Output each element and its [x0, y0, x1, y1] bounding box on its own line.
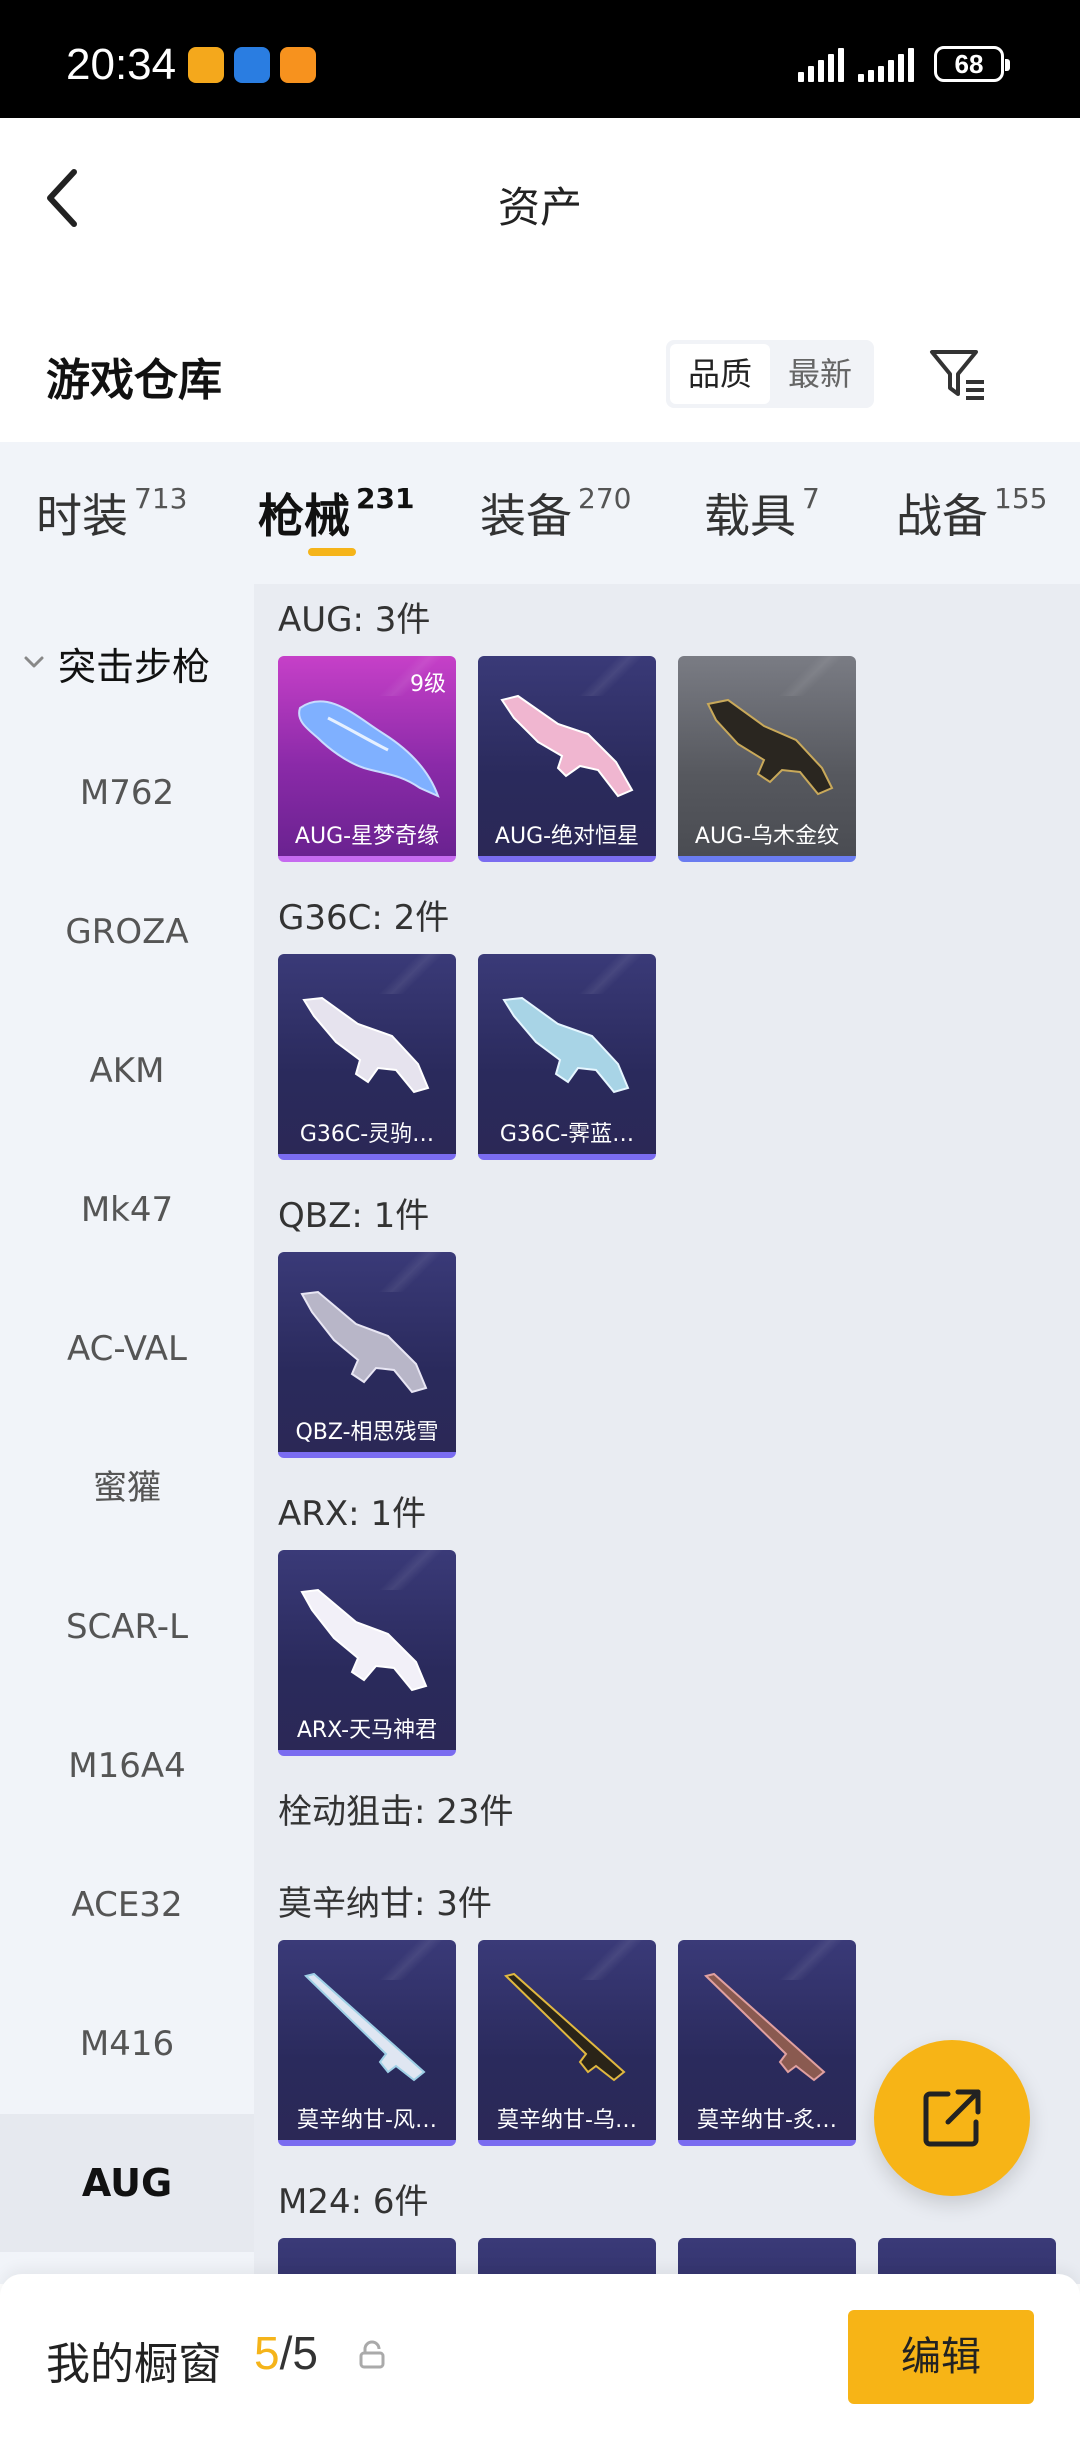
- weapon-type-sidebar: 突击步枪 M762 GROZA AKM Mk47 AC-VAL 蜜獾 SCAR-…: [0, 584, 254, 2284]
- sidebar-group-assault-rifles[interactable]: 突击步枪: [0, 632, 254, 692]
- sidebar-item-m16a4[interactable]: M16A4: [0, 1697, 254, 1835]
- warehouse-title: 游戏仓库: [46, 355, 222, 406]
- lock-icon: [359, 2340, 385, 2369]
- tab-count: 270: [578, 482, 632, 515]
- status-app-icons: [188, 47, 316, 83]
- sidebar-item-scar-l[interactable]: SCAR-L: [0, 1558, 254, 1696]
- sidebar-item-honey-badger[interactable]: 蜜獾: [0, 1419, 254, 1557]
- skin-name: AUG-乌木金纹: [694, 824, 840, 849]
- sort-toggle: 品质 最新: [666, 340, 874, 408]
- tab-count: 231: [356, 482, 415, 515]
- edit-button[interactable]: 编辑: [848, 2310, 1034, 2404]
- skin-card[interactable]: G36C-霁蓝…: [478, 954, 656, 1160]
- wifi-signal-icon: [798, 48, 844, 82]
- sidebar-item-groza[interactable]: GROZA: [0, 863, 254, 1001]
- filter-icon: [930, 350, 984, 400]
- skin-card[interactable]: G36C-灵驹…: [278, 954, 456, 1160]
- skin-card[interactable]: ARX-天马神君: [278, 1550, 456, 1756]
- section-title-aug: AUG: 3件: [278, 600, 431, 640]
- weapon-image: [704, 1972, 826, 2082]
- weapon-image: [304, 1972, 426, 2082]
- sort-quality-button[interactable]: 品质: [670, 344, 770, 404]
- skin-level: 9级: [410, 672, 446, 697]
- status-time: 20:34: [66, 40, 177, 89]
- weapon-image: [504, 1972, 626, 2082]
- sort-latest-button[interactable]: 最新: [770, 344, 870, 404]
- app-root: 20:34 68 资产 游戏仓库 品质 最新 时装 713 枪械 231 装备 …: [0, 0, 1080, 2438]
- nav-bar: 资产: [0, 118, 1080, 282]
- sidebar-item-ace32[interactable]: ACE32: [0, 1836, 254, 1974]
- weapon-image: [706, 698, 834, 796]
- tab-count: 155: [994, 482, 1048, 515]
- weapon-image: [300, 1290, 428, 1394]
- active-tab-indicator: [308, 548, 356, 556]
- weapon-image: [300, 1588, 428, 1692]
- tab-count: 7: [802, 482, 820, 515]
- section-title-g36c: G36C: 2件: [278, 898, 450, 938]
- section-title-qbz: QBZ: 1件: [278, 1196, 430, 1236]
- skin-card[interactable]: 莫辛纳甘-风…: [278, 1940, 456, 2146]
- tab-fashion[interactable]: 时装 713: [36, 480, 187, 546]
- tab-firearms[interactable]: 枪械 231: [258, 480, 414, 546]
- skin-card[interactable]: 莫辛纳甘-炙…: [678, 1940, 856, 2146]
- skin-card[interactable]: 9级 AUG-星梦奇缘: [278, 656, 456, 862]
- skin-card[interactable]: AUG-乌木金纹: [678, 656, 856, 862]
- skin-name: AUG-绝对恒星: [494, 824, 640, 849]
- sidebar-item-m416[interactable]: M416: [0, 1975, 254, 2113]
- skin-name: G36C-霁蓝…: [499, 1122, 635, 1147]
- skin-name: ARX-天马神君: [296, 1718, 438, 1743]
- tab-vehicles[interactable]: 载具 7: [704, 480, 820, 546]
- chevron-down-icon: [24, 656, 44, 668]
- skin-card[interactable]: 莫辛纳甘-乌…: [478, 1940, 656, 2146]
- skin-name: AUG-星梦奇缘: [294, 824, 440, 849]
- battery-icon: 68: [934, 46, 1010, 82]
- warehouse-header: 游戏仓库 品质 最新: [0, 282, 1080, 442]
- filter-button[interactable]: [926, 342, 990, 406]
- section-title-mosin: 莫辛纳甘: 3件: [278, 1884, 492, 1924]
- skin-card[interactable]: QBZ-相思残雪: [278, 1252, 456, 1458]
- skin-name: QBZ-相思残雪: [295, 1420, 439, 1445]
- sidebar-item-ac-val[interactable]: AC-VAL: [0, 1280, 254, 1418]
- weapon-image: [302, 996, 430, 1094]
- video-app-icon: [280, 47, 316, 83]
- inventory-content: AUG: 3件 9级 AUG-星梦奇缘 AUG-绝对恒星 AUG-乌木金纹 G3…: [254, 584, 1080, 2284]
- weapon-image: [500, 694, 634, 798]
- share-fab-button[interactable]: [874, 2040, 1030, 2196]
- app-notification-icon: [188, 47, 224, 83]
- showcase-label: 我的橱窗: [46, 2339, 222, 2390]
- app-notification-icon: [234, 47, 270, 83]
- tab-equipment[interactable]: 装备 270: [480, 480, 631, 546]
- skin-name: 莫辛纳甘-乌…: [497, 2108, 637, 2133]
- sidebar-item-akm[interactable]: AKM: [0, 1002, 254, 1140]
- category-tabs: 时装 713 枪械 231 装备 270 载具 7 战备 155: [0, 442, 1080, 584]
- sidebar-item-m762[interactable]: M762: [0, 724, 254, 862]
- sidebar-item-mk47[interactable]: Mk47: [0, 1141, 254, 1279]
- status-bar: 20:34 68: [0, 0, 1080, 118]
- section-title-arx: ARX: 1件: [278, 1494, 427, 1534]
- section-title-bolt-action: 栓动狙击: 23件: [278, 1792, 514, 1832]
- cell-signal-icon: [858, 48, 914, 82]
- tab-supplies[interactable]: 战备 155: [896, 480, 1047, 546]
- weapon-image: [502, 996, 630, 1094]
- skin-name: 莫辛纳甘-炙…: [697, 2108, 837, 2133]
- showcase-bar: 我的橱窗 5/5 编辑: [0, 2274, 1080, 2438]
- skin-name: 莫辛纳甘-风…: [297, 2108, 437, 2133]
- page-title: 资产: [497, 183, 582, 232]
- sidebar-item-aug[interactable]: AUG: [0, 2114, 254, 2252]
- skin-name: G36C-灵驹…: [299, 1122, 435, 1147]
- skin-card[interactable]: AUG-绝对恒星: [478, 656, 656, 862]
- showcase-count: 5/5: [254, 2327, 318, 2379]
- sidebar-group-label: 突击步枪: [58, 645, 211, 689]
- section-title-m24: M24: 6件: [278, 2182, 429, 2222]
- tab-count: 713: [134, 482, 188, 515]
- share-external-icon: [923, 2089, 981, 2147]
